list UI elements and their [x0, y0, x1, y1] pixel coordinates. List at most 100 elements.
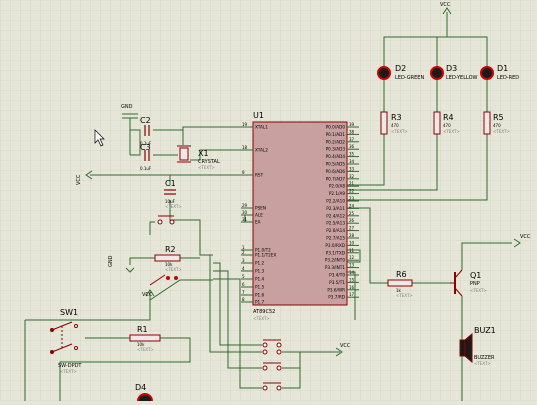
mcu-pin-number: 17 — [349, 292, 355, 297]
pb4-terminal-2 — [276, 385, 282, 391]
mcu-pin-number: 19 — [242, 122, 248, 127]
resistor-r5[interactable] — [483, 111, 491, 135]
schematic-svg: VCC VCC VCC VCC VCC GND GND 19 XTAL1 18 XTA… — [0, 0, 537, 405]
mcu-pin-number: 32 — [349, 174, 355, 179]
mcu-pin-name: P0.0/AD0 — [326, 125, 346, 130]
mcu-pin-number: 25 — [349, 211, 355, 216]
mcu-pin-number: 28 — [349, 233, 355, 238]
mcu-pin-number: 24 — [349, 203, 355, 208]
mcu-pin-number: 15 — [349, 277, 355, 282]
pb3-terminal-2 — [276, 365, 282, 371]
c3-ref: C3 — [140, 143, 151, 152]
led-d1-body[interactable] — [480, 66, 494, 80]
mcu-pin-name: P1.3 — [255, 269, 265, 274]
led-d1[interactable] — [480, 66, 494, 80]
mcu-pin-number: 35 — [349, 152, 355, 157]
r5-ref: R5 — [493, 113, 504, 122]
mcu-pin-name: XTAL1 — [255, 125, 268, 130]
r6-placeholder: <TEXT> — [396, 293, 413, 298]
mcu-ref: U1 — [253, 111, 264, 120]
pb-rst-terminal-2 — [169, 219, 175, 225]
mcu-u1[interactable]: 19 XTAL118 XTAL29 RST29 PSEN30 ALE31 EA1 P1.0/T… — [241, 121, 359, 306]
r5-value: 470 — [493, 123, 501, 128]
r6-ref: R6 — [396, 270, 407, 279]
led-d3-body[interactable] — [430, 66, 444, 80]
buzzer-body[interactable] — [459, 339, 466, 357]
sw1-ref: SW1 — [60, 308, 78, 317]
mcu-pin-name: EA — [255, 220, 261, 225]
led-d3-label: LED-YELLOW — [446, 75, 478, 81]
resistor-r3[interactable] — [380, 111, 388, 135]
mcu-pin-name: P2.7/A15 — [326, 236, 345, 241]
mcu-pin-number: 23 — [349, 196, 355, 201]
mcu-pin-name: P2.3/A11 — [326, 206, 345, 211]
mcu-pin-name: P0.5/AD5 — [326, 162, 346, 167]
resistor-r1[interactable] — [129, 334, 161, 342]
mcu-pin-name: P2.6/A14 — [326, 228, 345, 233]
led-d2-label: LED-GREEN — [395, 75, 424, 81]
mcu-pin-name: P2.1/A9 — [329, 191, 345, 196]
mcu-pin-name: P3.5/T1 — [329, 280, 345, 285]
mcu-pin-name: P3.6/WR — [327, 287, 345, 292]
q1-type: PNP — [470, 281, 480, 287]
mcu-pin-name: P1.5 — [255, 285, 265, 290]
led-d1-label: LED-RED — [497, 75, 519, 81]
led-d3[interactable] — [430, 66, 444, 80]
mcu-pin-name: P3.2/INT0 — [325, 258, 346, 263]
mcu-part: AT89C52 — [253, 309, 275, 315]
resistor-r6[interactable] — [387, 279, 413, 287]
r1-placeholder: <TEXT> — [137, 347, 154, 352]
mcu-pin-name: P3.0/RXD — [325, 243, 345, 248]
sw1-placeholder: <TEXT> — [60, 369, 77, 374]
vcc-label-top: VCC — [440, 2, 451, 8]
mcu-pin-number: 31 — [242, 217, 248, 222]
r1-ref: R1 — [137, 325, 148, 334]
toggle-dot-1 — [166, 276, 170, 280]
led-d4[interactable] — [137, 393, 153, 405]
q1-ref: Q1 — [470, 271, 481, 280]
vcc-label-left: VCC — [76, 174, 82, 185]
mcu-pin-number: 11 — [349, 248, 355, 253]
r4-placeholder: <TEXT> — [443, 129, 460, 134]
pb1-terminal-1 — [262, 342, 268, 348]
led-d3-ref: D3 — [446, 64, 457, 73]
pb4-terminal-1 — [262, 385, 268, 391]
x1-ref: X1 — [198, 149, 209, 158]
crystal-body[interactable] — [179, 147, 189, 161]
led-d2-body[interactable] — [377, 66, 391, 80]
vcc-label-mid: VCC — [142, 292, 153, 298]
mcu-pin-name: P0.4/AD4 — [326, 154, 346, 159]
mcu-pin-name: P0.2/AD2 — [326, 139, 346, 144]
mcu-pin-name: P1.7 — [255, 300, 265, 305]
mcu-pin-name: P3.4/T0 — [329, 273, 345, 278]
resistor-r4[interactable] — [433, 111, 441, 135]
sw1-pivot-1 — [50, 328, 54, 332]
mcu-pin-name: P2.4/A12 — [326, 213, 345, 218]
c1-placeholder: <TEXT> — [165, 204, 182, 209]
mcu-pin-number: 38 — [349, 129, 355, 134]
mcu-pin-number: 37 — [349, 137, 355, 142]
mcu-pin-number: 16 — [349, 285, 355, 290]
r4-value: 470 — [443, 123, 451, 128]
pb1-terminal-2 — [276, 342, 282, 348]
buzzer-ref: BUZ1 — [474, 326, 496, 335]
mcu-pin-name: XTAL2 — [255, 148, 268, 153]
toggle-dot-2 — [174, 276, 178, 280]
mcu-right-pins: 39P0.0/AD038P0.1/AD137P0.2/AD236P0.3/AD3… — [325, 122, 359, 300]
mcu-pin-number: 39 — [349, 122, 355, 127]
mcu-pin-number: 34 — [349, 159, 355, 164]
mcu-pin-number: 22 — [349, 189, 355, 194]
gnd-label-left: GND — [108, 255, 114, 267]
led-d2[interactable] — [377, 66, 391, 80]
mcu-placeholder: <TEXT> — [253, 316, 270, 321]
resistor-r2[interactable] — [154, 254, 181, 262]
mcu-pin-name: P1.2 — [255, 261, 265, 266]
vcc-label-bottom: VCC — [340, 343, 351, 349]
sw1-contact-2 — [74, 346, 78, 350]
pb3-terminal-1 — [262, 365, 268, 371]
mcu-pin-name: P1.6 — [255, 293, 265, 298]
d4-ref: D4 — [135, 383, 146, 392]
mcu-pin-number: 18 — [242, 145, 248, 150]
r2-placeholder: <TEXT> — [165, 267, 182, 272]
mcu-pin-name: RST — [255, 173, 264, 178]
